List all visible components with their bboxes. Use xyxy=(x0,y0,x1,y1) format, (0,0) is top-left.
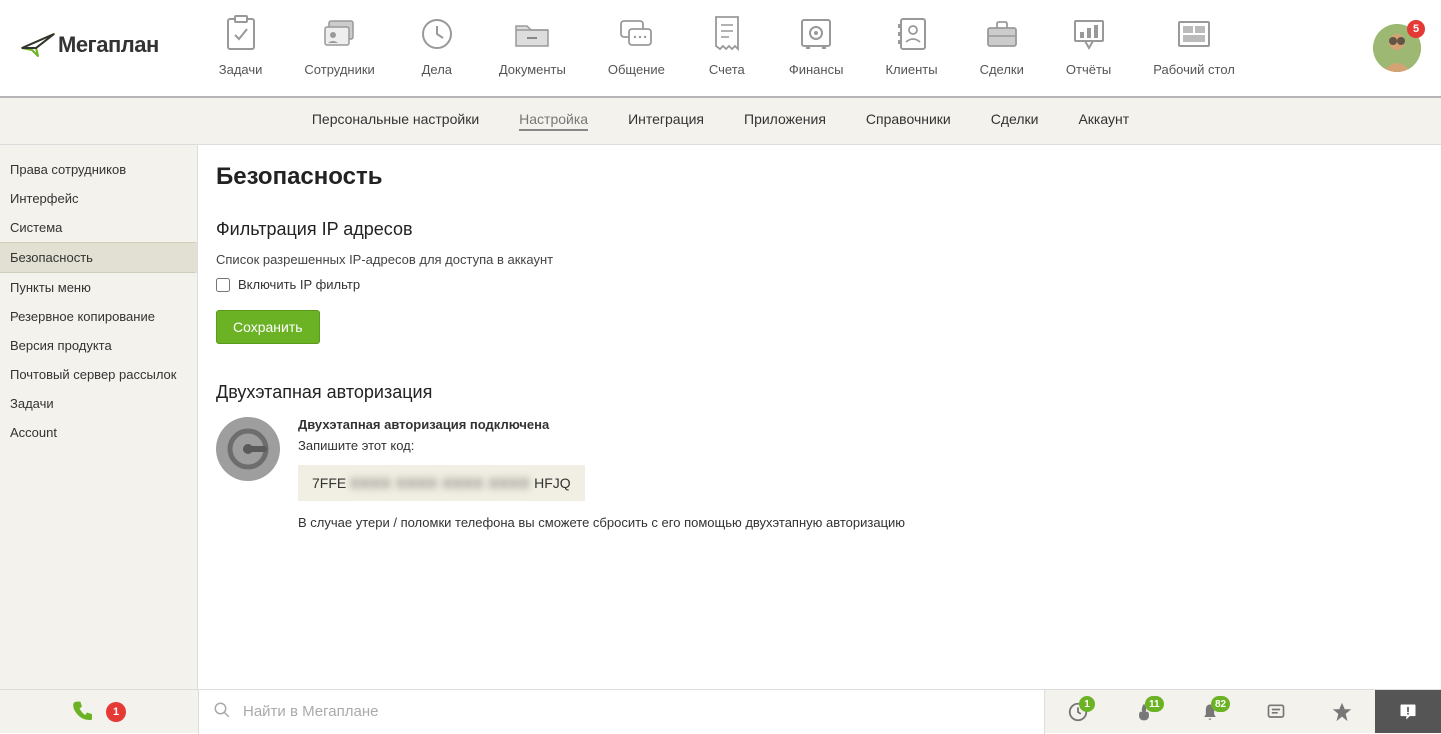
sidebar-item-security[interactable]: Безопасность xyxy=(0,242,197,273)
topnav-clients[interactable]: Клиенты xyxy=(885,14,937,77)
ip-filter-checkbox[interactable] xyxy=(216,278,230,292)
logo-text: Мегаплан xyxy=(58,32,159,58)
top-nav: Задачи Сотрудники Дела Документы Общение xyxy=(219,14,1235,77)
star-icon xyxy=(1331,701,1353,723)
search-input[interactable] xyxy=(199,690,1044,734)
topnav-label: Счета xyxy=(709,62,745,77)
topnav-reports[interactable]: Отчёты xyxy=(1066,14,1111,77)
sidebar-item-product-version[interactable]: Версия продукта xyxy=(0,331,197,360)
topnav-employees[interactable]: Сотрудники xyxy=(304,14,374,77)
ip-filter-description: Список разрешенных IP-адресов для доступ… xyxy=(216,252,1441,267)
recovery-code: 7FFE XXXX XXXX XXXX XXXX HFJQ xyxy=(298,465,585,501)
topnav-label: Отчёты xyxy=(1066,62,1111,77)
topnav-desktop[interactable]: Рабочий стол xyxy=(1153,14,1235,77)
twofa-heading: Двухэтапная авторизация xyxy=(216,382,1441,403)
topnav-finance[interactable]: Финансы xyxy=(789,14,844,77)
chat-icon xyxy=(1266,702,1286,722)
page-title: Безопасность xyxy=(216,163,1441,191)
topnav-documents[interactable]: Документы xyxy=(499,14,566,77)
content: Безопасность Фильтрация IP адресов Списо… xyxy=(198,145,1441,692)
briefcase-icon xyxy=(982,14,1022,54)
bottombar-fire[interactable]: 11 xyxy=(1111,690,1177,733)
sidebar-item-interface[interactable]: Интерфейс xyxy=(0,184,197,213)
safe-icon xyxy=(796,14,836,54)
topnav-label: Клиенты xyxy=(885,62,937,77)
chat-bubbles-icon xyxy=(616,14,656,54)
topnav-chat[interactable]: Общение xyxy=(608,14,665,77)
paper-plane-icon xyxy=(20,30,56,60)
sidebar-item-account[interactable]: Account xyxy=(0,418,197,447)
code-hidden: XXXX XXXX XXXX XXXX xyxy=(350,475,530,491)
clock-icon xyxy=(417,14,457,54)
bottombar-bell[interactable]: 82 xyxy=(1177,690,1243,733)
authenticator-icon xyxy=(216,417,280,481)
search-bar xyxy=(198,690,1045,734)
feedback-icon xyxy=(1398,702,1418,722)
sidebar: Права сотрудников Интерфейс Система Безо… xyxy=(0,145,198,692)
sidebar-item-backup[interactable]: Резервное копирование xyxy=(0,302,197,331)
dashboard-icon xyxy=(1174,14,1214,54)
bottom-bar: 1 1 11 82 xyxy=(0,689,1441,733)
logo[interactable]: Мегаплан xyxy=(20,30,159,60)
user-avatar[interactable]: 5 xyxy=(1373,24,1421,72)
bottombar-left: 1 xyxy=(0,700,198,723)
folder-icon xyxy=(512,14,552,54)
clipboard-check-icon xyxy=(221,14,261,54)
topnav-trades[interactable]: Сделки xyxy=(980,14,1024,77)
address-book-icon xyxy=(892,14,932,54)
topnav-invoices[interactable]: Счета xyxy=(707,14,747,77)
bottombar-right: 1 11 82 xyxy=(1045,690,1441,733)
fire-badge: 11 xyxy=(1145,696,1164,712)
bottombar-feedback[interactable] xyxy=(1375,690,1441,733)
topnav-label: Сотрудники xyxy=(304,62,374,77)
subnav-account[interactable]: Аккаунт xyxy=(1078,111,1129,131)
bottombar-star[interactable] xyxy=(1309,690,1375,733)
sidebar-item-menu-items[interactable]: Пункты меню xyxy=(0,273,197,302)
sidebar-item-tasks[interactable]: Задачи xyxy=(0,389,197,418)
code-suffix: HFJQ xyxy=(534,475,571,491)
sidebar-item-system[interactable]: Система xyxy=(0,213,197,242)
header: Мегаплан Задачи Сотрудники Дела Документ… xyxy=(0,0,1441,98)
subnav-personal-settings[interactable]: Персональные настройки xyxy=(312,111,479,131)
topnav-label: Рабочий стол xyxy=(1153,62,1235,77)
twofa-status: Двухэтапная авторизация подключена xyxy=(298,417,905,432)
topnav-label: Документы xyxy=(499,62,566,77)
bottombar-chat[interactable] xyxy=(1243,690,1309,733)
sidebar-item-employee-rights[interactable]: Права сотрудников xyxy=(0,155,197,184)
receipt-icon xyxy=(707,14,747,54)
subnav-apps[interactable]: Приложения xyxy=(744,111,826,131)
code-prefix: 7FFE xyxy=(312,475,346,491)
subnav-deals[interactable]: Сделки xyxy=(991,111,1039,131)
ip-filter-checkbox-row[interactable]: Включить IP фильтр xyxy=(216,277,1441,292)
clock-badge: 1 xyxy=(1079,696,1095,712)
sub-nav: Персональные настройки Настройка Интегра… xyxy=(0,98,1441,145)
subnav-settings[interactable]: Настройка xyxy=(519,111,588,131)
chart-board-icon xyxy=(1069,14,1109,54)
topnav-tasks[interactable]: Задачи xyxy=(219,14,263,77)
topnav-label: Финансы xyxy=(789,62,844,77)
ip-filter-checkbox-label: Включить IP фильтр xyxy=(238,277,360,292)
topnav-label: Сделки xyxy=(980,62,1024,77)
topnav-label: Задачи xyxy=(219,62,263,77)
topnav-label: Дела xyxy=(422,62,452,77)
ip-filter-heading: Фильтрация IP адресов xyxy=(216,219,1441,240)
phone-badge: 1 xyxy=(106,702,126,722)
sidebar-item-mail-server[interactable]: Почтовый сервер рассылок xyxy=(0,360,197,389)
topnav-label: Общение xyxy=(608,62,665,77)
bell-badge: 82 xyxy=(1211,696,1230,712)
search-icon xyxy=(213,701,231,722)
avatar-badge: 5 xyxy=(1407,20,1425,38)
twofa-write-note: Запишите этот код: xyxy=(298,438,905,453)
subnav-integration[interactable]: Интеграция xyxy=(628,111,704,131)
twofa-recovery-note: В случае утери / поломки телефона вы смо… xyxy=(298,515,905,530)
id-cards-icon xyxy=(320,14,360,54)
subnav-directories[interactable]: Справочники xyxy=(866,111,951,131)
topnav-deals[interactable]: Дела xyxy=(417,14,457,77)
save-button[interactable]: Сохранить xyxy=(216,310,320,344)
bottombar-clock[interactable]: 1 xyxy=(1045,690,1111,733)
phone-icon[interactable] xyxy=(72,700,92,723)
